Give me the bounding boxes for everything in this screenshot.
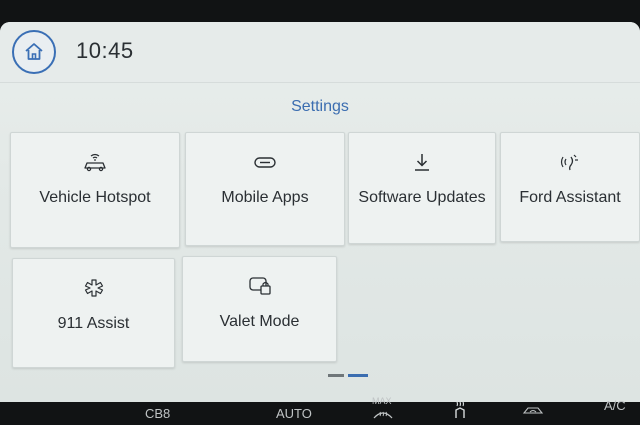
car-wifi-icon xyxy=(84,153,106,172)
page-title: Settings xyxy=(291,98,349,115)
tile-ford-assistant[interactable]: Ford Assistant xyxy=(500,132,640,242)
climate-left-label: CB8 xyxy=(145,406,171,421)
page-dot-active[interactable] xyxy=(348,374,368,377)
status-bar: 10:45 xyxy=(0,22,640,83)
climate-control-bar: CB8 AUTO MAX A/C xyxy=(0,396,640,425)
tile-label: Mobile Apps xyxy=(221,189,309,206)
tile-911-assist[interactable]: 911 Assist xyxy=(12,258,175,368)
emergency-star-icon xyxy=(84,279,103,297)
max-defrost-label: MAX xyxy=(372,396,392,406)
tile-label: Vehicle Hotspot xyxy=(39,189,151,206)
defrost-icon[interactable] xyxy=(372,408,394,423)
climate-auto-button[interactable]: AUTO xyxy=(276,406,312,421)
screen: 10:45 Settings Vehicle Hotspot Mobile Ap… xyxy=(0,22,640,402)
tile-mobile-apps[interactable]: Mobile Apps xyxy=(185,132,345,246)
tile-label: Software Updates xyxy=(358,189,486,206)
tile-label: Valet Mode xyxy=(219,313,300,330)
tile-valet-mode[interactable]: Valet Mode xyxy=(182,256,337,362)
valet-lock-icon xyxy=(248,277,271,295)
recirculation-icon[interactable] xyxy=(522,404,544,419)
ac-button[interactable]: A/C xyxy=(604,398,626,413)
home-button[interactable] xyxy=(12,30,56,74)
tile-label: Ford Assistant xyxy=(519,189,621,206)
voice-assistant-icon xyxy=(560,154,578,171)
tile-vehicle-hotspot[interactable]: Vehicle Hotspot xyxy=(10,132,180,248)
link-icon xyxy=(254,157,276,168)
page-dot[interactable] xyxy=(328,374,344,377)
clock: 10:45 xyxy=(76,38,134,63)
seat-heat-icon[interactable] xyxy=(450,400,470,423)
download-icon xyxy=(415,154,429,171)
tile-label: 911 Assist xyxy=(57,315,130,332)
home-icon xyxy=(25,43,43,60)
tile-software-updates[interactable]: Software Updates xyxy=(348,132,496,244)
